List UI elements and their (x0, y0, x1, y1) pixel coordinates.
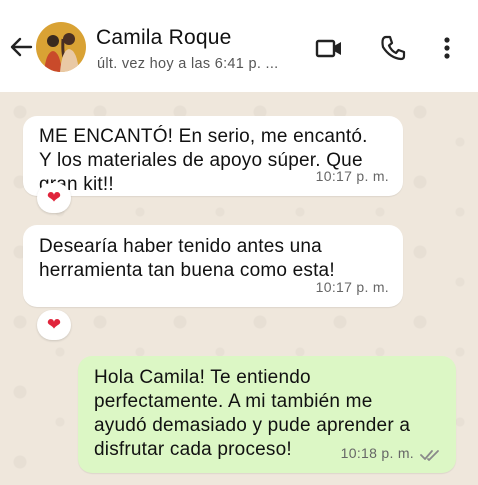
chat-area[interactable]: ME ENCANTÓ! En serio, me encantó. Y los … (0, 92, 478, 485)
phone-call-icon[interactable] (378, 33, 408, 63)
message-time: 10:17 p. m. (315, 168, 389, 184)
incoming-message[interactable]: ME ENCANTÓ! En serio, me encantó. Y los … (23, 116, 403, 196)
heart-reaction[interactable]: ❤ (37, 183, 71, 213)
incoming-message[interactable]: Desearía haber tenido antes una herramie… (23, 225, 403, 307)
contact-name[interactable]: Camila Roque (96, 26, 231, 50)
message-time: 10:17 p. m. (315, 279, 389, 295)
more-vert-icon[interactable] (432, 33, 462, 63)
heart-icon: ❤ (46, 315, 62, 334)
back-arrow-icon[interactable] (6, 32, 36, 62)
read-ticks-icon (420, 450, 439, 461)
chat-header: Camila Roque últ. vez hoy a las 6:41 p. … (0, 0, 478, 92)
heart-reaction[interactable]: ❤ (37, 310, 71, 340)
outgoing-message[interactable]: Hola Camila! Te entiendo perfectamente. … (78, 356, 456, 473)
avatar[interactable] (36, 22, 86, 72)
message-time: 10:18 p. m. (340, 445, 414, 461)
heart-icon: ❤ (46, 188, 62, 207)
video-call-icon[interactable] (314, 33, 344, 63)
last-seen-status: últ. vez hoy a las 6:41 p. ... (97, 56, 279, 72)
